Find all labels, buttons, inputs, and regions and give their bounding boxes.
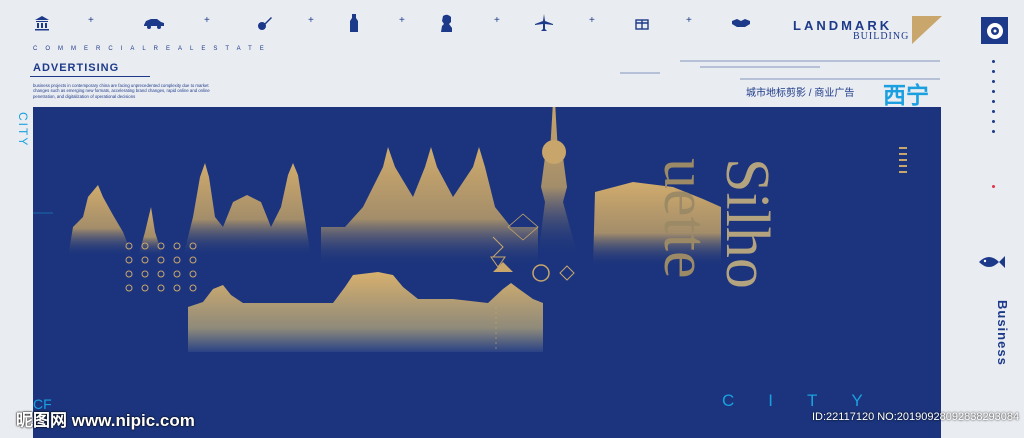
caption-text: 城市地标剪影 / 商业广告 [746, 88, 855, 99]
silhouette-vertical-text: Silho uette [651, 158, 781, 289]
poster-panel [33, 107, 941, 438]
divider [30, 76, 150, 77]
handshake-icon [731, 14, 751, 32]
nipic-watermark: 昵图网 www.nipic.com [16, 411, 195, 430]
city-name: 西宁 [883, 83, 929, 109]
car-icon [142, 14, 166, 32]
bottle-icon [345, 14, 363, 32]
image-id-watermark: ID:22117120 NO:20190928092838293084 [812, 411, 1020, 423]
city-vertical-label: CITY [16, 112, 30, 148]
advertising-heading: ADVERTISING [33, 62, 120, 74]
gold-corner-triangle [912, 16, 942, 44]
bust-icon [438, 14, 456, 32]
city-spaced-label: CITY [722, 391, 897, 410]
fish-icon [979, 256, 1005, 268]
silhouette-text-a: Silho [713, 158, 781, 289]
commercial-real-estate-label: COMMERCIALREALESTATE [33, 46, 272, 52]
silhouette-text-b: uette [651, 158, 719, 279]
business-vertical-label: Business [995, 300, 1010, 366]
business-blurb: business projects in contemporary china … [33, 83, 210, 99]
bank-icon [33, 14, 51, 32]
airplane-icon [535, 14, 553, 32]
gift-icon [633, 14, 651, 32]
target-icon [981, 17, 1008, 44]
guitar-icon [256, 14, 274, 32]
city-skyline-silhouette [33, 107, 907, 352]
sidebar-fine-print [970, 300, 994, 420]
building-subtitle: BUILDING [853, 31, 910, 42]
